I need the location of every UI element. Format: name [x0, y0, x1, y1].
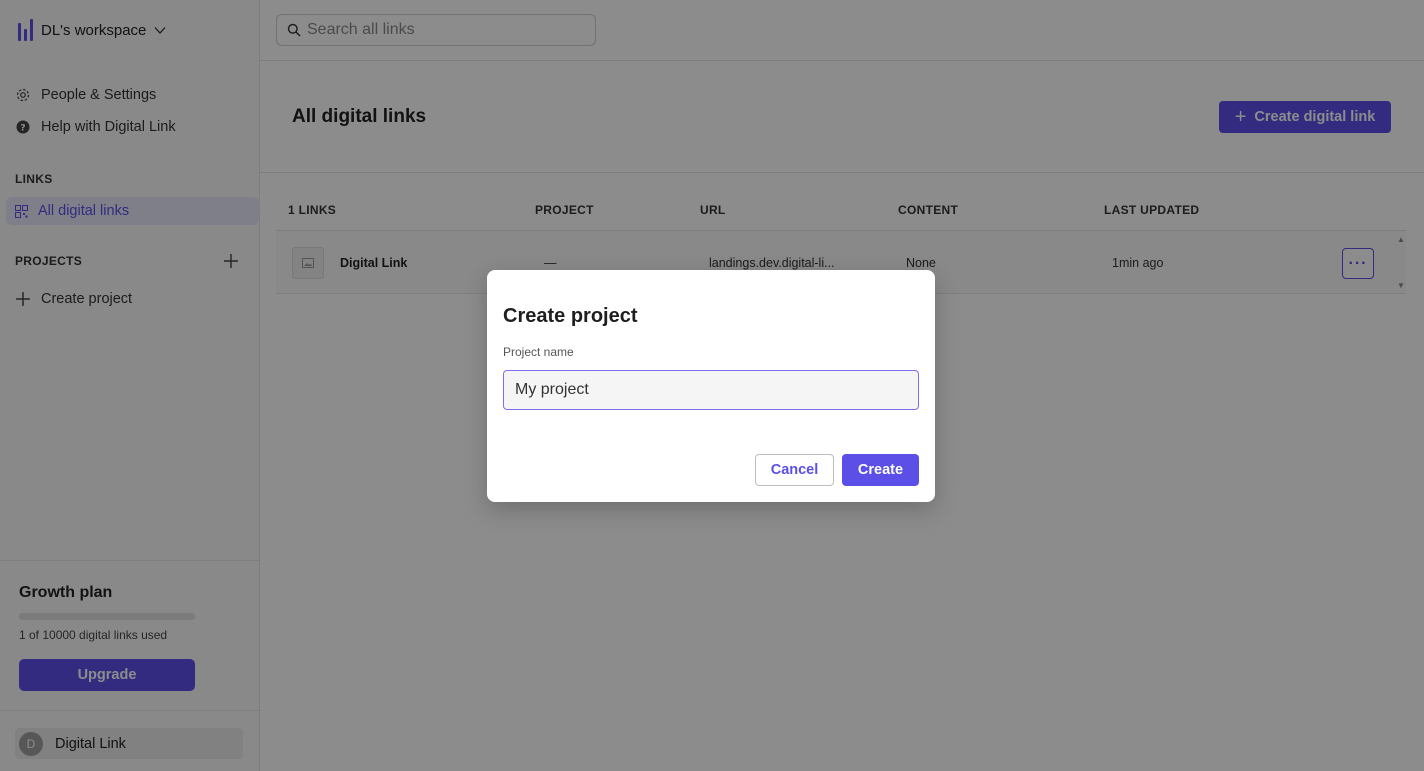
create-button[interactable]: Create: [842, 454, 919, 486]
project-name-input[interactable]: [503, 370, 919, 410]
dialog-title: Create project: [503, 305, 638, 327]
project-name-label: Project name: [503, 345, 574, 359]
cancel-button[interactable]: Cancel: [755, 454, 834, 486]
create-project-dialog: Create project Project name Cancel Creat…: [487, 270, 935, 502]
